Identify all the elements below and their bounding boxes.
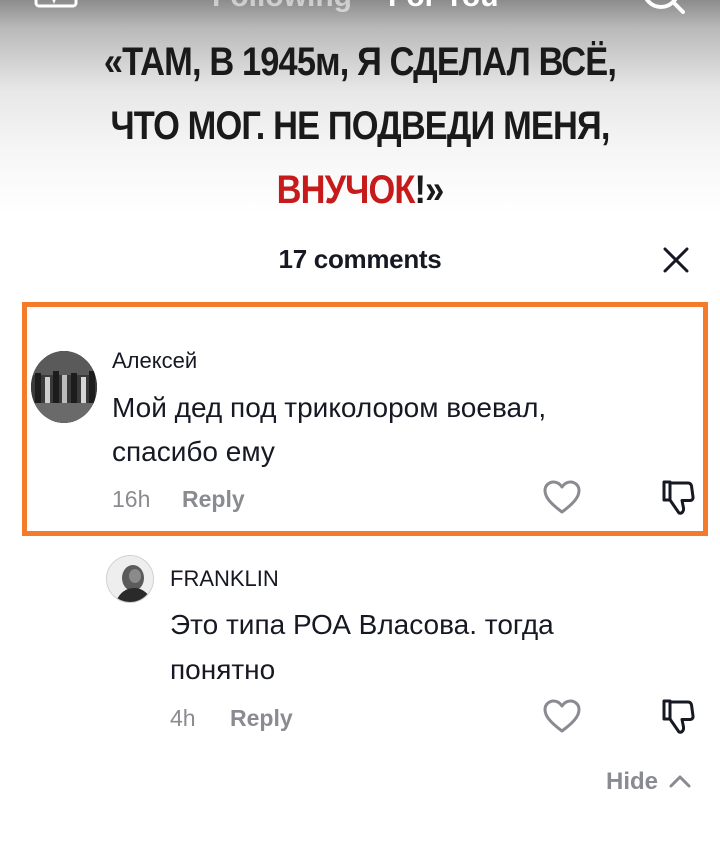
- comment-author[interactable]: FRANKLIN: [170, 566, 279, 592]
- chevron-up-icon: [668, 768, 692, 796]
- top-navigation: Following For You: [0, 0, 720, 30]
- video-background: Following For You «ТАМ, В 1945м, Я СДЕЛА…: [0, 0, 720, 225]
- comment-text-line: Мой дед под триколором воевал,: [112, 392, 547, 423]
- caption-line-3: ВНУЧОК!»: [50, 158, 669, 222]
- avatar[interactable]: [106, 555, 154, 603]
- heart-icon[interactable]: [542, 697, 582, 737]
- avatar[interactable]: [31, 351, 97, 423]
- heart-icon[interactable]: [542, 478, 582, 518]
- comment-timestamp: 16h: [112, 486, 151, 512]
- hide-label: Hide: [606, 768, 659, 795]
- video-caption: «ТАМ, В 1945м, Я СДЕЛАЛ ВСЁ, ЧТО МОГ. НЕ…: [50, 30, 669, 222]
- search-icon[interactable]: [641, 0, 689, 14]
- comments-sheet: 17 comments Алексей Мой дед под триколор…: [0, 216, 720, 845]
- caption-line-1: «ТАМ, В 1945м, Я СДЕЛАЛ ВСЁ,: [103, 40, 617, 84]
- caption-line-3-tail: !»: [414, 168, 444, 212]
- comment-text-line: понятно: [170, 654, 276, 685]
- tab-following[interactable]: Following: [212, 0, 352, 12]
- thumbs-down-icon[interactable]: [658, 697, 698, 737]
- reply-button[interactable]: Reply: [230, 705, 293, 732]
- comment-text-line: спасибо ему: [112, 436, 275, 467]
- thumbs-down-icon[interactable]: [658, 478, 698, 518]
- comment-author[interactable]: Алексей: [112, 348, 197, 374]
- comment-text-line: Это типа РОА Власова. тогда: [170, 609, 554, 640]
- caption-line-2: ЧТО МОГ. НЕ ПОДВЕДИ МЕНЯ,: [110, 104, 610, 148]
- close-icon[interactable]: [656, 240, 696, 280]
- reply-button[interactable]: Reply: [182, 486, 245, 513]
- hide-replies-button[interactable]: Hide: [606, 768, 692, 796]
- comments-count-title: 17 comments: [278, 244, 442, 274]
- comment-timestamp: 4h: [170, 705, 196, 731]
- tab-for-you[interactable]: For You: [388, 0, 499, 12]
- live-tv-icon[interactable]: [34, 0, 78, 10]
- caption-highlight-word: ВНУЧОК: [276, 168, 416, 212]
